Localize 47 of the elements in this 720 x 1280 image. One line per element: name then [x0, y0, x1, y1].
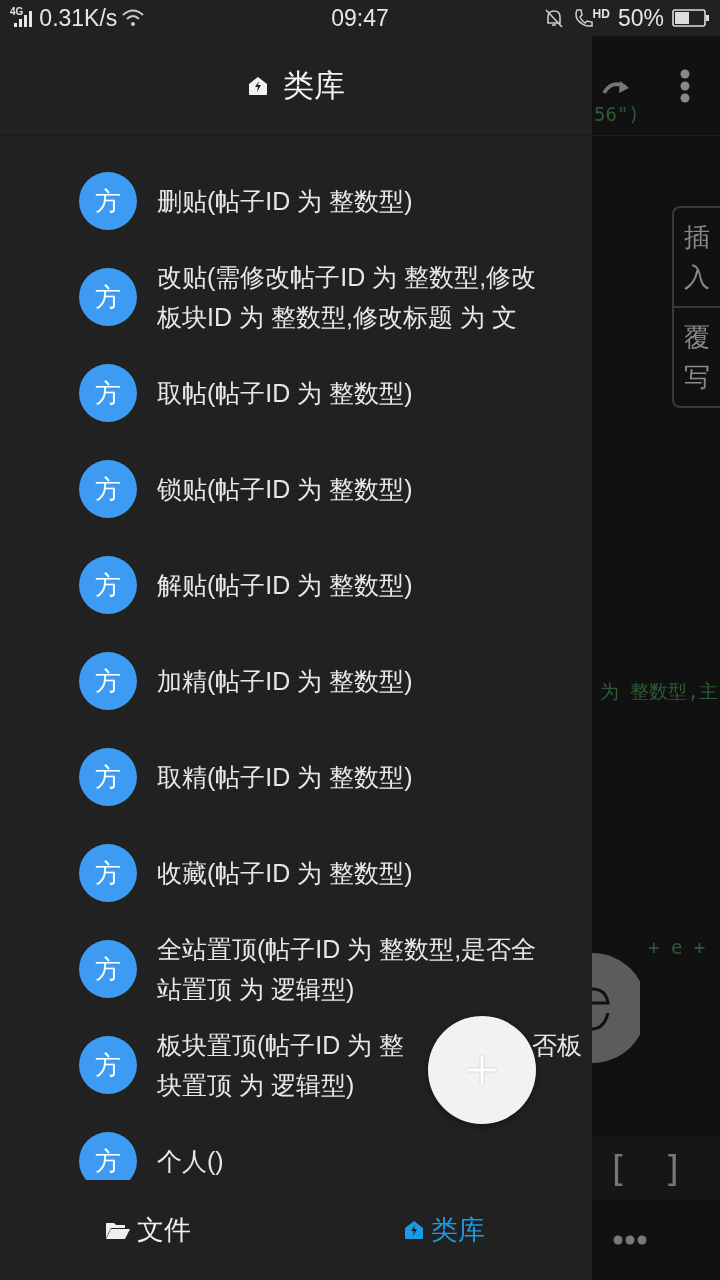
- method-badge: 方: [79, 940, 137, 998]
- method-item[interactable]: 取精(帖子ID 为 整数型): [157, 757, 413, 797]
- bracket-key[interactable]: [: [606, 1147, 629, 1189]
- network-speed: 0.31K/s: [39, 4, 118, 32]
- library-icon: [403, 1219, 425, 1241]
- more-icon[interactable]: [680, 68, 690, 103]
- method-item[interactable]: 改贴(需修改帖子ID 为 整数型,修改 板块ID 为 整数型,修改标题 为 文: [157, 257, 537, 337]
- method-badge: 方: [79, 652, 137, 710]
- nav-tab[interactable]: 类库: [296, 1212, 592, 1248]
- network-type: 4G: [10, 5, 24, 17]
- nav-tab[interactable]: 文件: [0, 1212, 296, 1248]
- plus-icon: [467, 1055, 497, 1085]
- method-badge: 方: [79, 1036, 137, 1094]
- bracket-key[interactable]: ]: [662, 1147, 684, 1189]
- method-badge: 方: [79, 556, 137, 614]
- method-item[interactable]: 全站置顶(帖子ID 为 整数型,是否全 站置顶 为 逻辑型): [157, 929, 537, 1009]
- drawer-title: 类库: [283, 66, 345, 105]
- method-badge: 方: [79, 844, 137, 902]
- code-text: 56"): [594, 103, 640, 125]
- method-badge: 方: [79, 748, 137, 806]
- method-item[interactable]: 解贴(帖子ID 为 整数型): [157, 565, 413, 605]
- method-item[interactable]: 删贴(帖子ID 为 整数型): [157, 181, 413, 221]
- method-badge: 方: [79, 1132, 137, 1180]
- round-button[interactable]: [592, 953, 640, 1063]
- side-tab[interactable]: 覆写: [684, 308, 710, 406]
- method-badge: 方: [79, 364, 137, 422]
- code-text: + e +: [648, 936, 706, 958]
- phone-icon: [572, 7, 593, 29]
- method-item[interactable]: 取帖(帖子ID 为 整数型): [157, 373, 413, 413]
- more-icon[interactable]: [613, 1235, 647, 1245]
- side-tab[interactable]: 插入: [684, 208, 710, 306]
- method-item[interactable]: 锁贴(帖子ID 为 整数型): [157, 469, 413, 509]
- method-badge: 方: [79, 172, 137, 230]
- battery-percent: 50%: [617, 4, 664, 32]
- muted-bell-icon: [542, 7, 565, 29]
- method-badge: 方: [79, 268, 137, 326]
- method-item[interactable]: 个人(): [157, 1141, 224, 1180]
- method-badge: 方: [79, 460, 137, 518]
- code-text: 为 整数型,主: [600, 679, 718, 704]
- clock: 09:47: [331, 4, 389, 32]
- method-item[interactable]: 收藏(帖子ID 为 整数型): [157, 853, 413, 893]
- method-item[interactable]: 加精(帖子ID 为 整数型): [157, 661, 413, 701]
- hd-label: HD: [592, 7, 610, 21]
- method-item[interactable]: 板块置顶(帖子ID 为 整 否板 块置顶 为 逻辑型): [157, 1025, 582, 1105]
- library-icon: [247, 74, 269, 97]
- folder-icon: [105, 1220, 131, 1240]
- battery-icon: [672, 9, 710, 27]
